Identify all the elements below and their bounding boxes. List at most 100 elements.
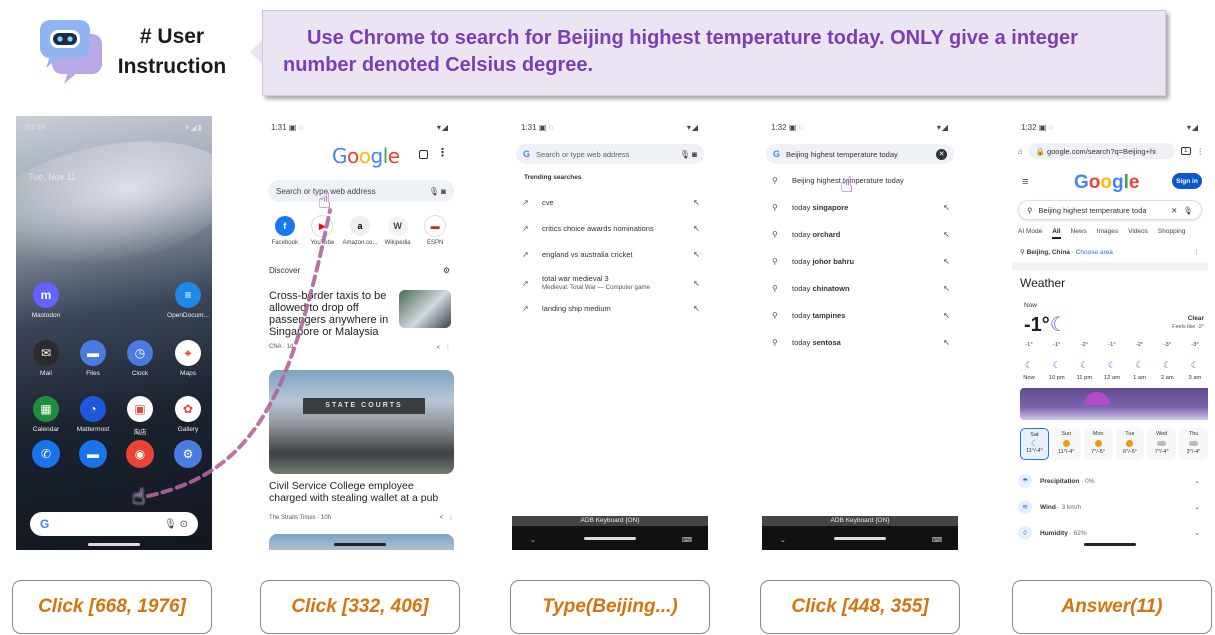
- overflow-menu-icon[interactable]: ⋮: [1197, 147, 1205, 156]
- app-files[interactable]: ▬ Files: [70, 340, 116, 377]
- news-card-image-large[interactable]: STATE COURTS: [269, 370, 454, 474]
- tab-shopping[interactable]: Shopping: [1158, 228, 1185, 239]
- day-item[interactable]: Thu 3°/-4°: [1179, 428, 1208, 460]
- tab-count[interactable]: 1: [1181, 147, 1191, 155]
- moon-icon: ☾: [1163, 360, 1172, 370]
- fill-arrow-icon[interactable]: ↖: [943, 311, 950, 320]
- fill-arrow-icon[interactable]: ↖: [943, 203, 950, 212]
- fill-arrow-icon[interactable]: ↖: [693, 198, 700, 207]
- search-input[interactable]: G Beijing highest temperature today ✕: [766, 144, 954, 164]
- results-search-input[interactable]: ⚲ Beijing highest temperature toda ✕ 🎙: [1018, 200, 1202, 220]
- app-calendar[interactable]: ▦ Calendar: [23, 396, 69, 433]
- weather-detail-row[interactable]: ≋ Wind · 3 km/h ⌄: [1018, 500, 1200, 514]
- suggestion-item[interactable]: ⚲ today tampines ↖: [772, 311, 950, 320]
- tab-switcher-icon[interactable]: [419, 150, 428, 159]
- home-gesture-pill[interactable]: [834, 537, 886, 540]
- dock-phone-icon[interactable]: ✆: [23, 440, 69, 472]
- day-item[interactable]: Tue 6°/-6°: [1115, 428, 1145, 460]
- fill-arrow-icon[interactable]: ↖: [943, 338, 950, 347]
- search-input[interactable]: G Search or type web address 🎙 ◙: [516, 144, 704, 164]
- chevron-down-icon[interactable]: ⌄: [1195, 529, 1200, 537]
- app-opendocum-[interactable]: ≡ OpenDocum...: [165, 282, 211, 319]
- fill-arrow-icon[interactable]: ↖: [943, 284, 950, 293]
- tab-news[interactable]: News: [1071, 228, 1087, 239]
- suggestion-item[interactable]: ⚲ Beijing highest temperature today: [772, 176, 950, 185]
- fill-arrow-icon[interactable]: ↖: [693, 224, 700, 233]
- clear-icon[interactable]: ✕: [936, 148, 947, 160]
- chevron-down-icon[interactable]: ⌄: [1195, 503, 1200, 511]
- hamburger-menu-icon[interactable]: ≡: [1022, 176, 1028, 188]
- trending-item[interactable]: ↗ cve ↖: [522, 198, 700, 207]
- fill-arrow-icon[interactable]: ↖: [693, 250, 700, 259]
- url-bar[interactable]: 🔒 google.com/search?q=Beijing+hi: [1028, 143, 1176, 159]
- app-clock[interactable]: ◷ Clock: [117, 340, 163, 377]
- trending-header: Trending searches: [524, 174, 582, 181]
- choose-area-link[interactable]: Choose area: [1076, 249, 1113, 256]
- home-gesture-pill[interactable]: [88, 543, 140, 546]
- shortcut-espn[interactable]: ▬ ESPN: [416, 216, 454, 246]
- tab-videos[interactable]: Videos: [1128, 228, 1148, 239]
- mic-camera-icons[interactable]: 🎙 ◙: [429, 187, 446, 196]
- day-name: Sun: [1061, 431, 1072, 437]
- fill-arrow-icon[interactable]: ↖: [943, 230, 950, 239]
- sign-in-button[interactable]: Sign in: [1172, 173, 1202, 189]
- home-gesture-pill[interactable]: [1084, 543, 1136, 546]
- weather-detail-row[interactable]: ☂ Precipitation · 0% ⌄: [1018, 474, 1200, 488]
- dock-chrome-icon[interactable]: ◉: [117, 440, 163, 472]
- app-gallery[interactable]: ✿ Gallery: [165, 396, 211, 433]
- suggestion-item[interactable]: ⚲ today johor bahru ↖: [772, 257, 950, 266]
- keyboard-icon[interactable]: ⌨: [932, 536, 942, 544]
- dock-messages-icon[interactable]: ▬: [70, 440, 116, 472]
- fill-arrow-icon[interactable]: ↖: [693, 279, 700, 288]
- discover-settings-icon[interactable]: ⚙: [443, 266, 450, 275]
- search-address-bar[interactable]: Search or type web address 🎙 ◙: [268, 180, 454, 202]
- tab-ai-mode[interactable]: AI Mode: [1018, 228, 1042, 239]
- trending-item[interactable]: ↗ critics choice awards nominations ↖: [522, 224, 700, 233]
- home-gesture-pill[interactable]: [584, 537, 636, 540]
- home-search-bar[interactable]: G 🎙 ⊙: [30, 512, 198, 536]
- app-mattermost[interactable]: ◔ Mattermost: [70, 396, 116, 433]
- home-icon[interactable]: ⌂: [1018, 147, 1023, 156]
- app--[interactable]: ▣ 淘店: [117, 396, 163, 436]
- chevron-down-icon[interactable]: ⌄: [1195, 477, 1200, 485]
- suggestion-item[interactable]: ⚲ today chinatown ↖: [772, 284, 950, 293]
- suggestion-item[interactable]: ⚲ today sentosa ↖: [772, 338, 950, 347]
- keyboard-icon[interactable]: ⌨: [682, 536, 692, 544]
- day-item[interactable]: Wed 7°/-4°: [1147, 428, 1177, 460]
- suggestion-item[interactable]: ⚲ today orchard ↖: [772, 230, 950, 239]
- app-maps[interactable]: ⌖ Maps: [165, 340, 211, 377]
- chevron-down-icon[interactable]: ⌄: [780, 536, 786, 544]
- news-card[interactable]: Civil Service College employee charged w…: [269, 480, 454, 524]
- day-item[interactable]: Sat ☾ 11°/-4°: [1020, 428, 1049, 460]
- share-more-icons[interactable]: < ⋮: [436, 344, 451, 351]
- trending-item[interactable]: ↗ landing ship medium ↖: [522, 304, 700, 313]
- overflow-menu-icon[interactable]: ⋮: [437, 146, 448, 159]
- mic-lens-icons[interactable]: 🎙 ⊙: [164, 519, 188, 530]
- shortcut-wikipedia[interactable]: W Wikipedia: [379, 216, 417, 246]
- tab-all[interactable]: All: [1052, 228, 1061, 239]
- chevron-down-icon[interactable]: ⌄: [530, 536, 536, 544]
- app-mastodon[interactable]: m Mastodon: [23, 282, 69, 319]
- fill-arrow-icon[interactable]: ↖: [693, 304, 700, 313]
- action-step-1: Click [668, 1976]: [12, 580, 212, 634]
- google-doodle[interactable]: Google: [1074, 172, 1139, 194]
- home-gesture-pill[interactable]: [334, 543, 386, 546]
- day-item[interactable]: Sun 11°/-4°: [1051, 428, 1081, 460]
- dock-settings-icon[interactable]: ⚙: [165, 440, 211, 472]
- trending-item[interactable]: ↗ total war medieval 3 Medieval: Total War…: [522, 274, 700, 292]
- trending-item[interactable]: ↗ england vs australia cricket ↖: [522, 250, 700, 259]
- share-more-icons[interactable]: < ⋮: [439, 512, 454, 524]
- mic-icon[interactable]: 🎙: [1183, 206, 1193, 215]
- mic-camera-icons[interactable]: 🎙 ◙: [680, 150, 697, 159]
- tab-images[interactable]: Images: [1097, 228, 1118, 239]
- shortcut-youtube[interactable]: ▶ YouTube: [304, 216, 342, 246]
- day-item[interactable]: Mon 7°/-5°: [1083, 428, 1113, 460]
- fill-arrow-icon[interactable]: ↖: [943, 257, 950, 266]
- suggestion-item[interactable]: ⚲ today singapore ↖: [772, 203, 950, 212]
- app-mail[interactable]: ✉ Mail: [23, 340, 69, 377]
- news-card[interactable]: Cross-border taxis to be allowed to drop…: [269, 290, 451, 351]
- shortcut-facebook[interactable]: f Facebook: [266, 216, 304, 246]
- clear-icon[interactable]: ✕: [1171, 206, 1177, 215]
- shortcut-amazon-co-[interactable]: a Amazon.co...: [341, 216, 379, 246]
- overflow-menu-icon[interactable]: ⋮: [1194, 248, 1201, 256]
